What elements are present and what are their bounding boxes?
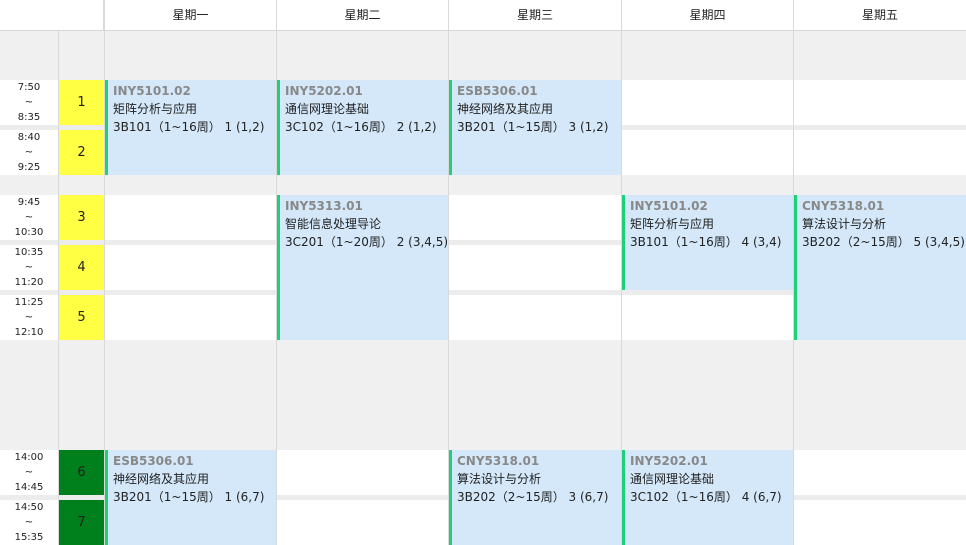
course-block[interactable]: INY5202.01 通信网理论基础 3C102（1~16周） 2 (1,2) — [277, 80, 448, 175]
course-code: INY5313.01 — [285, 199, 363, 213]
period-time: 14:00 ~14:45 — [14, 452, 44, 493]
course-code: INY5202.01 — [285, 84, 363, 98]
course-block[interactable]: CNY5318.01 算法设计与分析 3B202（2~15周） 3 (6,7) — [449, 450, 621, 545]
period-number: 2 — [59, 130, 104, 175]
course-name: 矩阵分析与应用 — [113, 102, 198, 116]
course-name: 算法设计与分析 — [802, 217, 887, 231]
course-detail: 3C201（1~20周） 2 (3,4,5) — [285, 235, 448, 249]
course-name: 神经网络及其应用 — [113, 472, 210, 486]
period-time: 11:25 ~12:10 — [14, 297, 44, 338]
course-name: 智能信息处理导论 — [285, 217, 382, 231]
period-number: 3 — [59, 195, 104, 240]
course-detail: 3C102（1~16周） 4 (6,7) — [630, 490, 782, 504]
period-number: 7 — [59, 500, 104, 545]
course-code: INY5101.02 — [113, 84, 191, 98]
period-number: 6 — [59, 450, 104, 495]
day-header-friday: 星期五 — [794, 0, 966, 31]
course-code: CNY5318.01 — [802, 199, 885, 213]
course-name: 矩阵分析与应用 — [630, 217, 715, 231]
course-detail: 3B101（1~16周） 1 (1,2) — [113, 120, 265, 134]
day-header-tuesday: 星期二 — [277, 0, 448, 31]
course-detail: 3B201（1~15周） 3 (1,2) — [457, 120, 609, 134]
course-detail: 3B202（2~15周） 3 (6,7) — [457, 490, 609, 504]
course-block[interactable]: INY5313.01 智能信息处理导论 3C201（1~20周） 2 (3,4,… — [277, 195, 448, 340]
course-block[interactable]: ESB5306.01 神经网络及其应用 3B201（1~15周） 1 (6,7) — [105, 450, 276, 545]
period-time: 9:45 ~10:30 — [14, 197, 44, 238]
course-block[interactable]: INY5101.02 矩阵分析与应用 3B101（1~16周） 4 (3,4) — [622, 195, 793, 290]
lunch-break-band — [0, 340, 966, 450]
course-name: 通信网理论基础 — [285, 102, 370, 116]
course-detail: 3B202（2~15周） 5 (3,4,5) — [802, 235, 965, 249]
course-code: ESB5306.01 — [457, 84, 538, 98]
course-block[interactable]: ESB5306.01 神经网络及其应用 3B201（1~15周） 3 (1,2) — [449, 80, 621, 175]
course-block[interactable]: INY5202.01 通信网理论基础 3C102（1~16周） 4 (6,7) — [622, 450, 793, 545]
period-time: 10:35 ~11:20 — [14, 247, 44, 288]
course-name: 通信网理论基础 — [630, 472, 715, 486]
course-block[interactable]: INY5101.02 矩阵分析与应用 3B101（1~16周） 1 (1,2) — [105, 80, 276, 175]
day-header-monday: 星期一 — [105, 0, 276, 31]
course-detail: 3B101（1~16周） 4 (3,4) — [630, 235, 782, 249]
course-detail: 3C102（1~16周） 2 (1,2) — [285, 120, 437, 134]
course-code: INY5101.02 — [630, 199, 708, 213]
period-time: 7:50 ~8:35 — [17, 82, 41, 123]
period-time: 8:40 ~9:25 — [17, 132, 41, 173]
period-number: 5 — [59, 295, 104, 340]
course-name: 算法设计与分析 — [457, 472, 542, 486]
top-spacer-band — [0, 31, 966, 80]
course-code: INY5202.01 — [630, 454, 708, 468]
course-block[interactable]: CNY5318.01 算法设计与分析 3B202（2~15周） 5 (3,4,5… — [794, 195, 966, 340]
course-detail: 3B201（1~15周） 1 (6,7) — [113, 490, 265, 504]
day-header-wednesday: 星期三 — [449, 0, 621, 31]
course-name: 神经网络及其应用 — [457, 102, 554, 116]
period-number: 4 — [59, 245, 104, 290]
course-code: CNY5318.01 — [457, 454, 540, 468]
period-number: 1 — [59, 80, 104, 125]
day-header-thursday: 星期四 — [622, 0, 793, 31]
short-break-band — [0, 175, 966, 195]
period-time: 14:50 ~15:35 — [14, 502, 44, 543]
course-code: ESB5306.01 — [113, 454, 194, 468]
header-corner — [0, 0, 104, 31]
